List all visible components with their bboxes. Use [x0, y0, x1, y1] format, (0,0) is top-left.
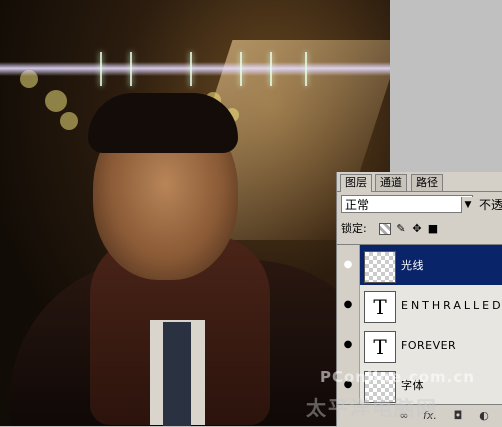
person-tie — [163, 322, 191, 426]
layer-name: FOREVER — [401, 339, 457, 352]
move-icon[interactable]: ✥ — [411, 223, 423, 235]
eye-icon: ● — [343, 339, 353, 350]
layer-name: 光线 — [401, 259, 424, 272]
lock-transparent-icon[interactable] — [379, 223, 391, 235]
opacity-label: 不透 — [479, 198, 502, 212]
light-spark — [305, 52, 307, 86]
light-spark — [270, 52, 272, 86]
layer-thumbnail — [364, 251, 396, 283]
watermark-domain: PConline.com.cn — [320, 368, 475, 386]
blend-row: 正常 ▼ 不透 — [341, 195, 502, 215]
text-layer-thumbnail: T — [364, 331, 396, 363]
chevron-down-icon[interactable]: ▼ — [461, 197, 474, 213]
visibility-toggle[interactable]: ● — [337, 245, 360, 287]
light-streak — [0, 62, 390, 76]
visibility-toggle[interactable]: ● — [337, 325, 360, 367]
adjustment-icon[interactable]: ◐ — [477, 409, 491, 423]
text-layer-thumbnail: T — [364, 291, 396, 323]
light-spark — [190, 52, 192, 86]
visibility-toggle[interactable]: ● — [337, 285, 360, 327]
brush-icon[interactable]: ✎ — [395, 223, 407, 235]
light-spark — [100, 52, 102, 86]
watermark-brand: 太平洋电脑网 — [306, 396, 438, 420]
layers-panel: 图层 通道 路径 正常 ▼ 不透 锁定: ✎ ✥ ■ ● 光线 ● T ENTH… — [336, 172, 502, 427]
panel-tabs: 图层 通道 路径 — [337, 172, 502, 192]
tab-paths[interactable]: 路径 — [411, 174, 443, 191]
lock-icon[interactable]: ■ — [427, 223, 439, 235]
eye-icon: ● — [343, 299, 353, 310]
bokeh-light — [45, 90, 67, 112]
blend-mode-value: 正常 — [345, 198, 370, 212]
tab-channels[interactable]: 通道 — [375, 174, 407, 191]
lock-label: 锁定: — [341, 222, 367, 235]
light-spark — [240, 52, 242, 86]
layer-name: ENTHRALLED — [401, 299, 502, 312]
layer-row[interactable]: ● T FOREVER — [337, 325, 502, 368]
person-hair — [88, 93, 238, 153]
bokeh-light — [60, 112, 78, 130]
document-canvas[interactable] — [0, 0, 390, 426]
lock-row: 锁定: ✎ ✥ ■ — [341, 220, 501, 240]
light-spark — [130, 52, 132, 86]
layer-row[interactable]: ● T ENTHRALLED — [337, 285, 502, 328]
eye-icon: ● — [343, 259, 353, 270]
tab-layers[interactable]: 图层 — [340, 174, 372, 192]
layer-row[interactable]: ● 光线 — [337, 245, 502, 288]
blend-mode-select[interactable]: 正常 ▼ — [341, 195, 474, 213]
mask-icon[interactable]: ◘ — [451, 409, 465, 423]
